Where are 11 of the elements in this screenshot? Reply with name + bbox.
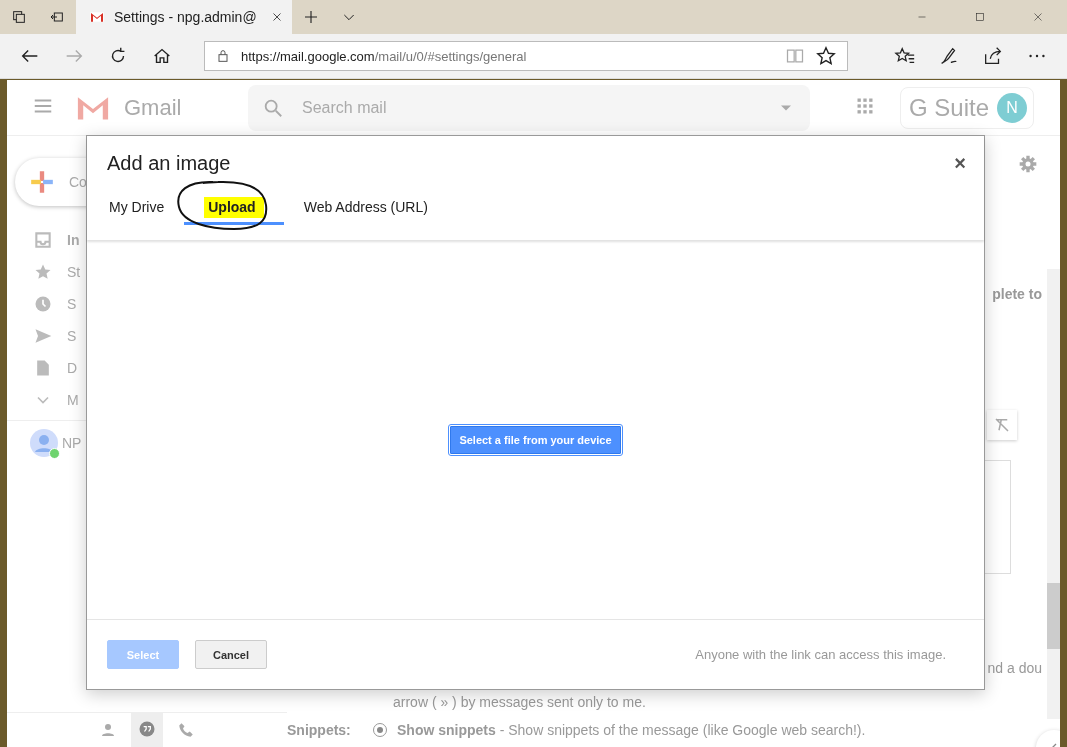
setting-text: plete to [992, 286, 1042, 302]
sharing-note: Anyone with the link can access this image. [695, 647, 946, 662]
gmail-logo-text: Gmail [124, 94, 182, 121]
account-name: NP [62, 435, 82, 451]
setting-label: Snippets: [287, 722, 352, 738]
compose-label: Co [69, 174, 87, 190]
dialog-title: Add an image [107, 152, 232, 175]
setting-text: arrow ( » ) by messages sent only to me. [393, 694, 646, 710]
url-text: https://mail.google.com/mail/u/0/#settings/general [241, 48, 528, 64]
setting-text: nd a dou [987, 660, 1042, 676]
radio-label: Show snippets - Show snippets of the message (like Google web search!). [397, 722, 866, 738]
